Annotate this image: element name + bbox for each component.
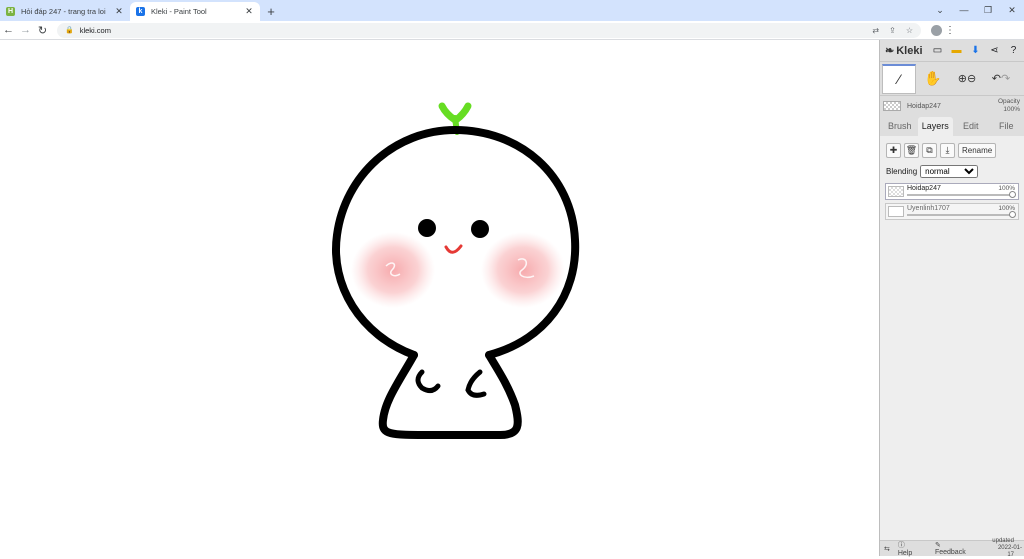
blending-select[interactable]: normal: [920, 165, 978, 178]
layer-name: Hoidap247: [907, 185, 941, 192]
new-image-icon[interactable]: ▭: [930, 45, 945, 56]
close-icon[interactable]: ✕: [244, 6, 254, 17]
restore-button[interactable]: ❐: [976, 0, 1000, 21]
canvas-drawing: [0, 40, 879, 556]
download-icon[interactable]: ⬇: [968, 45, 983, 56]
updated-label: updated: [992, 538, 1014, 544]
zoom-buttons: ⊕⊖: [950, 64, 984, 94]
tool-row: ⁄ ✋ ⊕⊖ ↶↷: [880, 62, 1024, 96]
mouth: [446, 246, 461, 252]
close-window-button[interactable]: ✕: [1000, 0, 1024, 21]
window-controls: ⌄ — ❐ ✕: [928, 0, 1024, 21]
opacity-label: Opacity: [998, 98, 1020, 105]
browser-menu-icon[interactable]: ⋮: [942, 25, 958, 36]
right-hand: [468, 372, 484, 395]
layer-opacity-slider[interactable]: [907, 214, 1013, 216]
kleki-icon: k: [136, 7, 145, 16]
tab-kleki[interactable]: k Kleki - Paint Tool ✕: [130, 2, 260, 21]
lock-icon[interactable]: 🔒: [65, 26, 74, 34]
merge-layer-button[interactable]: ⤓: [940, 143, 955, 158]
current-layer-info: Hoidap247 Opacity 100%: [880, 96, 1024, 116]
layer-thumbnail: [888, 206, 904, 217]
slider-knob[interactable]: [1009, 191, 1016, 198]
hand-icon: ✋: [924, 70, 941, 87]
url-field[interactable]: 🔒 kleki.com ⇄ ⇪ ☆: [57, 23, 921, 38]
feedback-label: Feedback: [935, 549, 966, 556]
forward-icon[interactable]: →: [17, 24, 34, 36]
tab-edit[interactable]: Edit: [953, 117, 989, 136]
kleki-panel: ❧ Kleki ▭ ▬ ⬇ ⋖ ? ⁄ ✋ ⊕⊖ ↶↷ Hoidap247 Op…: [879, 40, 1024, 556]
right-eye: [471, 220, 489, 238]
kleki-logo-text: Kleki: [896, 45, 922, 57]
opacity-readout: Opacity 100%: [998, 98, 1024, 114]
brush-icon: ⁄: [898, 71, 900, 87]
slider-knob[interactable]: [1009, 211, 1016, 218]
tab-brush[interactable]: Brush: [882, 117, 918, 136]
url-text: kleki.com: [80, 26, 111, 35]
layer-item[interactable]: Hoidap247 100%: [885, 183, 1019, 200]
layer-thumbnail: [888, 186, 904, 197]
layer-toolbar: ✚ 🗑 ⧉ ⤓ Rename: [880, 138, 1024, 162]
zoom-out-icon[interactable]: ⊖: [967, 72, 976, 85]
feedback-link[interactable]: ✎ Feedback: [935, 541, 978, 556]
new-tab-button[interactable]: +: [260, 2, 282, 21]
layer-name: Uyenlinh1707: [907, 205, 950, 212]
blending-label: Blending: [886, 167, 917, 176]
kleki-logo: ❧ Kleki: [885, 44, 923, 57]
drawing-canvas[interactable]: [0, 40, 879, 556]
panel-tabs: Brush Layers Edit File: [880, 116, 1024, 136]
layer-opacity-slider[interactable]: [907, 194, 1013, 196]
247-icon: H: [6, 7, 15, 16]
reload-icon[interactable]: ↻: [34, 24, 51, 37]
translate-icon[interactable]: ⇄: [872, 26, 879, 35]
duplicate-layer-button[interactable]: ⧉: [922, 143, 937, 158]
rename-button[interactable]: Rename: [958, 143, 996, 158]
swap-sides-icon[interactable]: ⇆: [884, 545, 890, 553]
close-icon[interactable]: ✕: [114, 6, 124, 17]
save-icon[interactable]: ▬: [949, 45, 964, 56]
left-hand: [418, 372, 438, 391]
zoom-in-icon[interactable]: ⊕: [958, 72, 967, 85]
kleki-logo-icon: ❧: [885, 44, 894, 57]
opacity-value: 100%: [1003, 106, 1020, 113]
updated-date: 2022-01-17: [998, 545, 1022, 558]
minimize-button[interactable]: —: [952, 0, 976, 21]
redo-icon[interactable]: ↷: [1001, 72, 1010, 85]
body-outline: [383, 355, 518, 435]
tab-title: Kleki - Paint Tool: [151, 7, 244, 16]
delete-layer-button[interactable]: 🗑: [904, 143, 919, 158]
panel-footer: ⇆ ⓘ Help ✎ Feedback updated 2022-01-17: [880, 540, 1024, 556]
help-icon[interactable]: ?: [1006, 45, 1021, 56]
tab-file[interactable]: File: [989, 117, 1024, 136]
panel-header: ❧ Kleki ▭ ▬ ⬇ ⋖ ?: [880, 40, 1024, 62]
layers-panel: ✚ 🗑 ⧉ ⤓ Rename Blending normal Hoidap247…: [880, 136, 1024, 551]
share-icon[interactable]: ⇪: [889, 26, 896, 35]
blending-row: Blending normal: [880, 162, 1024, 180]
browser-tab-bar: H Hỏi đáp 247 - trang tra loi ✕ k Kleki …: [0, 0, 1024, 21]
back-icon[interactable]: ←: [0, 24, 17, 36]
hand-tool-button[interactable]: ✋: [916, 64, 950, 94]
tab-title: Hỏi đáp 247 - trang tra loi: [21, 7, 114, 16]
help-link[interactable]: ⓘ Help: [898, 540, 927, 557]
tab-layers[interactable]: Layers: [918, 117, 954, 136]
address-bar: ← → ↻ 🔒 kleki.com ⇄ ⇪ ☆ ⋮: [0, 21, 1024, 40]
profile-avatar[interactable]: [931, 25, 942, 36]
tab-hoidap247[interactable]: H Hỏi đáp 247 - trang tra loi ✕: [0, 2, 130, 21]
undo-redo-buttons: ↶↷: [984, 64, 1018, 94]
bookmark-star-icon[interactable]: ☆: [906, 26, 913, 35]
left-eye: [418, 219, 436, 237]
brush-tool-button[interactable]: ⁄: [882, 64, 916, 94]
undo-icon[interactable]: ↶: [992, 72, 1001, 85]
current-layer-name: Hoidap247: [907, 103, 941, 110]
layer-preview: [883, 101, 901, 111]
add-layer-button[interactable]: ✚: [886, 143, 901, 158]
share-icon[interactable]: ⋖: [987, 45, 1002, 56]
layer-item[interactable]: Uyenlinh1707 100%: [885, 203, 1019, 220]
tab-search-icon[interactable]: ⌄: [928, 0, 952, 21]
